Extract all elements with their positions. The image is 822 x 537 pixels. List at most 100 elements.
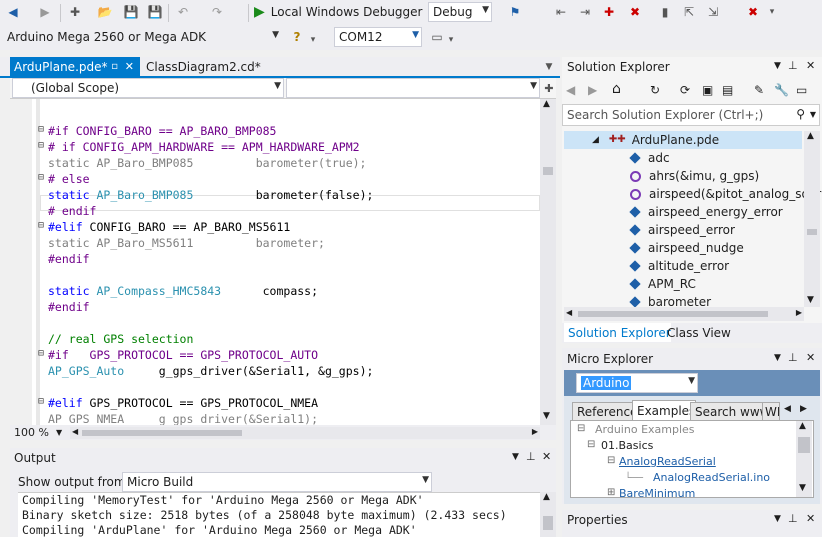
redo-icon[interactable]: ↷ [208, 2, 226, 22]
tab-examples[interactable]: Examples [632, 400, 697, 421]
code-line[interactable]: #endif [48, 299, 90, 315]
bookmark-clear-icon[interactable]: ✖ [744, 2, 762, 22]
close-icon[interactable]: ✕ [806, 512, 815, 525]
tab-solution-explorer[interactable]: Solution Explorer [564, 323, 671, 342]
breakpoint-add-icon[interactable]: ✚ [600, 2, 618, 22]
expand-minus-icon[interactable]: ⊟ [577, 423, 585, 434]
scroll-up-icon[interactable]: ▲ [543, 492, 550, 502]
open-file-icon[interactable]: 📂 [96, 2, 114, 22]
solution-vertical-scrollbar[interactable]: ▲ ▼ [804, 131, 820, 307]
tab-wi[interactable]: WI [762, 402, 780, 421]
code-line[interactable]: # else [48, 171, 90, 187]
chevron-down-icon[interactable]: ▼ [56, 428, 62, 437]
scroll-up-icon[interactable]: ▲ [807, 131, 814, 141]
tab-scroll-left-icon[interactable]: ◀ [784, 404, 791, 414]
output-source-select[interactable]: Micro Build ▼ [122, 472, 432, 492]
scroll-right-icon[interactable]: ▶ [532, 427, 538, 436]
code-line[interactable]: # endif [48, 203, 96, 219]
scroll-down-icon[interactable]: ▼ [543, 411, 550, 421]
tree-item[interactable]: airspeed(&pitot_analog_sour [630, 185, 821, 203]
editor-horizontal-scrollbar[interactable]: ◀ ▶ [70, 427, 540, 439]
pin-icon[interactable]: ⊥ [788, 59, 798, 72]
tab-classdiagram[interactable]: ClassDiagram2.cd* [142, 57, 292, 76]
close-icon[interactable]: ✕ [806, 351, 815, 364]
tree-item-arduino-examples[interactable]: Arduino Examples [595, 423, 695, 436]
scroll-up-icon[interactable]: ▲ [543, 99, 550, 109]
scroll-thumb[interactable] [578, 311, 768, 317]
scroll-thumb[interactable] [543, 167, 553, 175]
preview-icon[interactable]: ▭ [796, 83, 807, 97]
scroll-left-icon[interactable]: ◀ [72, 427, 78, 436]
code-line[interactable]: // real GPS selection [48, 331, 193, 347]
sync-icon[interactable]: ↻ [650, 83, 660, 97]
tree-item-analogreadserial-ino[interactable]: AnalogReadSerial.ino [653, 471, 770, 484]
code-line[interactable]: static AP_Baro_BMP085 barometer(true); [48, 155, 367, 171]
expand-minus-icon[interactable]: ⊟ [587, 439, 595, 450]
tab-search-www[interactable]: Search www [690, 402, 771, 421]
code-editor[interactable]: #if CONFIG_BARO == AP_BARO_BMP085 ⊟ # if C… [10, 99, 540, 425]
tree-item-basics[interactable]: 01.Basics [601, 439, 653, 452]
code-line[interactable]: #elif CONFIG_BARO == AP_BARO_MS5611 [48, 219, 290, 235]
expanded-arrow-icon[interactable]: ◢ [592, 131, 599, 149]
code-line[interactable]: AP_GPS_NMEA g_gps_driver(&Serial1); [48, 411, 318, 425]
close-icon[interactable]: ✕ [542, 450, 551, 463]
zoom-level[interactable]: 100 % [14, 426, 49, 439]
pin-icon[interactable]: ⊥ [788, 351, 798, 364]
fold-toggle-icon[interactable]: ⊟ [38, 140, 44, 151]
bookmark-next-icon[interactable]: ⇲ [704, 2, 722, 22]
undo-icon[interactable]: ↶ [174, 2, 192, 22]
toolbar-overflow-icon[interactable]: ▾ [446, 30, 456, 50]
split-icon[interactable]: ✚ [542, 78, 556, 98]
code-line[interactable]: static AP_Baro_MS5611 barometer; [48, 235, 325, 251]
scroll-thumb[interactable] [82, 430, 242, 436]
expand-plus-icon[interactable]: ⊞ [607, 487, 615, 497]
start-debugging-button[interactable]: ▶ Local Windows Debugger [254, 2, 424, 22]
scroll-left-icon[interactable]: ◀ [566, 308, 572, 317]
scroll-right-icon[interactable]: ▶ [796, 308, 802, 317]
code-line[interactable]: static AP_Compass_HMC5843 compass; [48, 283, 318, 299]
back-icon[interactable]: ◀ [4, 2, 22, 22]
tree-item[interactable]: APM_RC [629, 275, 696, 293]
attach-icon[interactable]: ⚑ [506, 2, 524, 22]
micro-tree-scrollbar[interactable]: ▲ ▼ [796, 421, 812, 497]
properties-icon[interactable]: ✎ [754, 83, 764, 97]
tree-item[interactable]: airspeed_error [629, 221, 735, 239]
tree-item[interactable]: ahrs(&imu, g_gps) [630, 167, 759, 185]
solution-search-box[interactable]: Search Solution Explorer (Ctrl+;) ⚲ ▼ [562, 104, 820, 126]
new-project-icon[interactable]: ✚ [66, 2, 84, 22]
fold-toggle-icon[interactable]: ⊟ [38, 172, 44, 183]
help-icon[interactable]: ? [288, 27, 306, 47]
code-line[interactable]: #elif GPS_PROTOCOL == GPS_PROTOCOL_NMEA [48, 395, 318, 411]
pin-icon[interactable]: ⊥ [526, 450, 536, 463]
panel-menu-icon[interactable]: ▼ [774, 61, 781, 71]
settings-icon[interactable]: 🔧 [774, 83, 789, 97]
tree-item-analogreadserial[interactable]: AnalogReadSerial [619, 455, 716, 468]
code-line[interactable]: #if CONFIG_BARO == AP_BARO_BMP085 [48, 123, 276, 139]
code-line[interactable]: #endif [48, 251, 90, 267]
scope-select[interactable]: (Global Scope) ▼ [12, 78, 284, 98]
forward-icon[interactable]: ▶ [588, 83, 597, 97]
code-line[interactable]: #if GPS_PROTOCOL == GPS_PROTOCOL_AUTO [48, 347, 318, 363]
tab-reference[interactable]: Reference [572, 402, 639, 421]
pin-icon[interactable]: ▫ [111, 61, 118, 72]
home-icon[interactable]: ⌂ [612, 81, 621, 97]
tree-item-bareminimum[interactable]: BareMinimum [619, 487, 695, 497]
tab-arduplane[interactable]: ArduPlane.pde* ▫ ✕ [10, 57, 140, 76]
bookmark-icon[interactable]: ▮ [656, 2, 674, 22]
scroll-thumb[interactable] [807, 229, 817, 235]
tree-root[interactable]: ◢ ✚✚ ArduPlane.pde [592, 131, 719, 149]
tree-item[interactable]: altitude_error [629, 257, 729, 275]
tree-item[interactable]: airspeed_nudge [629, 239, 744, 257]
back-icon[interactable]: ◀ [566, 83, 575, 97]
scroll-thumb[interactable] [798, 437, 810, 453]
save-all-icon[interactable]: 💾 [146, 2, 164, 22]
configuration-select[interactable]: Debug ▼ [428, 2, 492, 22]
show-all-icon[interactable]: ▤ [722, 83, 733, 97]
port-select[interactable]: COM12 ▼ [334, 27, 422, 47]
panel-menu-icon[interactable]: ▼ [512, 452, 519, 462]
solution-horizontal-scrollbar[interactable]: ◀ ▶ [564, 307, 804, 321]
code-line[interactable]: static AP_Baro_BMP085 barometer(false); [48, 187, 373, 203]
pin-icon[interactable]: ⊥ [788, 512, 798, 525]
close-icon[interactable]: ✕ [125, 60, 134, 73]
toolbar-overflow-icon[interactable]: ▾ [308, 30, 318, 50]
